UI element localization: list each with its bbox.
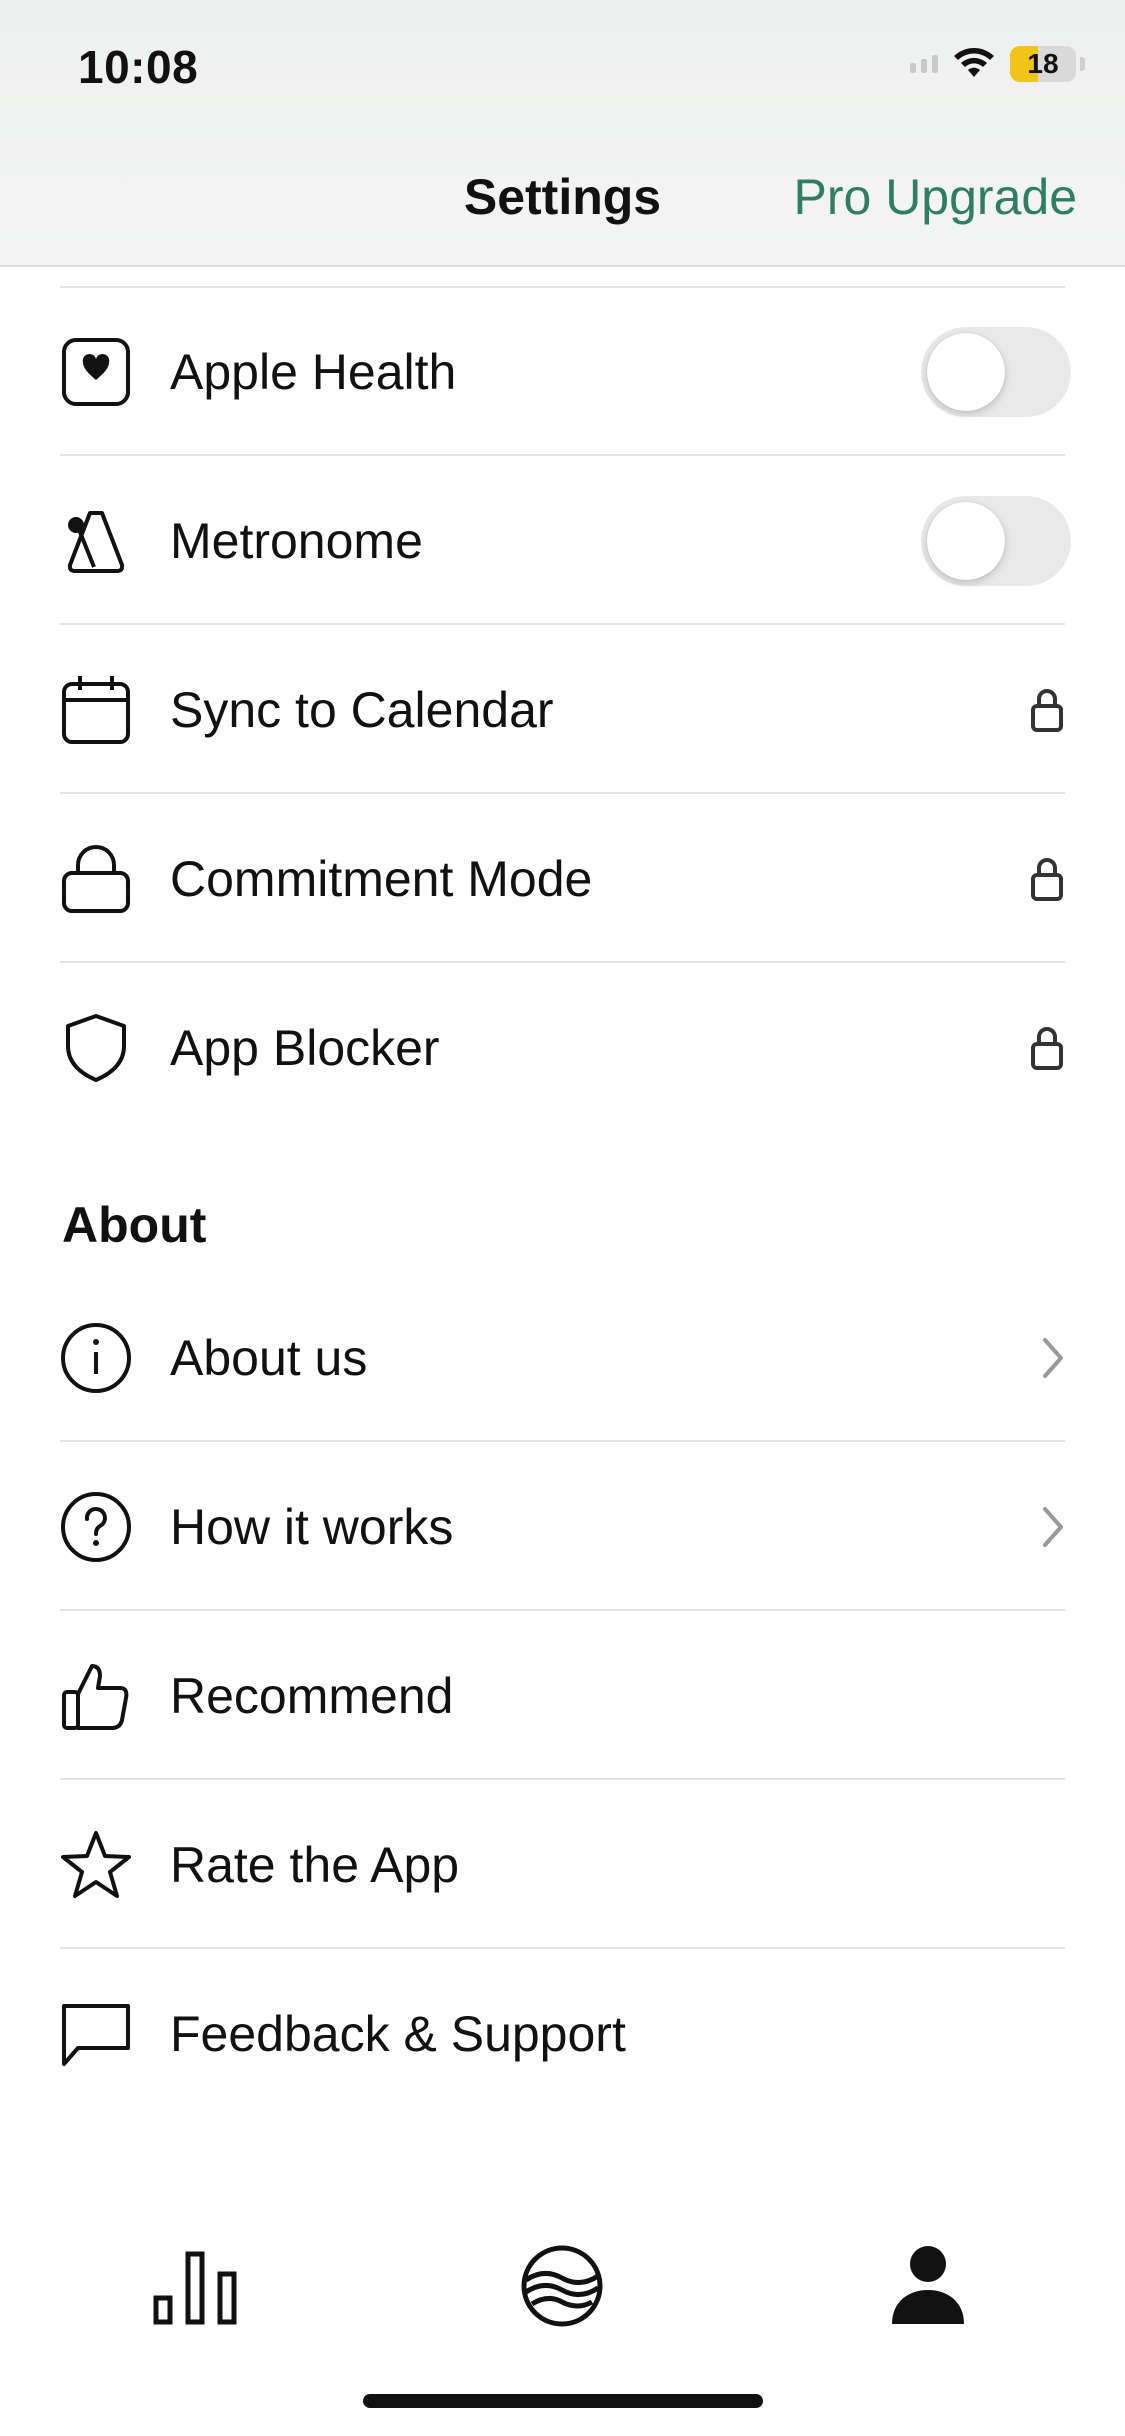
battery-icon: 18: [1010, 46, 1076, 82]
status-time: 10:08: [78, 41, 199, 93]
wifi-icon: [954, 48, 994, 77]
about-us-row[interactable]: About us: [60, 1274, 1065, 1442]
how-it-works-row[interactable]: How it works: [60, 1443, 1065, 1611]
chevron-right-icon: [1041, 1505, 1065, 1549]
bar-chart-icon: [153, 2251, 237, 2325]
padlock-icon: [60, 843, 132, 915]
feedback-support-row[interactable]: Feedback & Support: [60, 1950, 1065, 2118]
row-label: Sync to Calendar: [170, 682, 554, 738]
tab-bar: [0, 2200, 1125, 2360]
row-label: About us: [170, 1330, 368, 1386]
tab-profile[interactable]: [868, 2236, 988, 2336]
star-icon: [60, 1829, 132, 1901]
metronome-toggle[interactable]: [921, 496, 1071, 586]
person-icon: [892, 2246, 964, 2324]
navigation-header: 10:08 18 Settings Pro Upgrade: [0, 0, 1125, 267]
sync-calendar-row[interactable]: Sync to Calendar: [60, 626, 1065, 794]
info-icon: [60, 1322, 132, 1394]
about-section-title: About: [62, 1197, 207, 1253]
row-label: Recommend: [170, 1668, 454, 1724]
cellular-signal-icon: [910, 55, 938, 73]
home-indicator: [363, 2394, 763, 2408]
wave-globe-icon: [521, 2245, 603, 2327]
apple-health-toggle[interactable]: [921, 327, 1071, 417]
app-blocker-row[interactable]: App Blocker: [60, 964, 1065, 1132]
row-label: Rate the App: [170, 1837, 460, 1893]
row-label: App Blocker: [170, 1020, 440, 1076]
row-label: Feedback & Support: [170, 2006, 626, 2062]
tab-sessions[interactable]: [502, 2236, 622, 2336]
recommend-row[interactable]: Recommend: [60, 1612, 1065, 1780]
battery-level: 18: [1027, 48, 1059, 79]
tab-statistics[interactable]: [135, 2236, 255, 2336]
metronome-icon: [60, 505, 132, 577]
rate-app-row[interactable]: Rate the App: [60, 1781, 1065, 1949]
question-icon: [60, 1491, 132, 1563]
commitment-mode-row[interactable]: Commitment Mode: [60, 795, 1065, 963]
apple-health-row[interactable]: Apple Health: [60, 288, 1071, 456]
pro-upgrade-button[interactable]: Pro Upgrade: [794, 168, 1078, 226]
heart-square-icon: [60, 336, 132, 408]
row-label: How it works: [170, 1499, 454, 1555]
metronome-row[interactable]: Metronome: [60, 457, 1071, 625]
status-indicators: 18: [910, 46, 1085, 82]
lock-icon: [1029, 686, 1065, 734]
chevron-right-icon: [1041, 1336, 1065, 1380]
thumbs-up-icon: [60, 1660, 132, 1732]
chat-bubble-icon: [60, 1998, 132, 2070]
calendar-icon: [60, 674, 132, 746]
row-label: Commitment Mode: [170, 851, 593, 907]
battery-tip: [1080, 57, 1085, 71]
row-label: Apple Health: [170, 344, 457, 400]
row-label: Metronome: [170, 513, 423, 569]
lock-icon: [1029, 1024, 1065, 1072]
shield-icon: [60, 1012, 132, 1084]
lock-icon: [1029, 855, 1065, 903]
